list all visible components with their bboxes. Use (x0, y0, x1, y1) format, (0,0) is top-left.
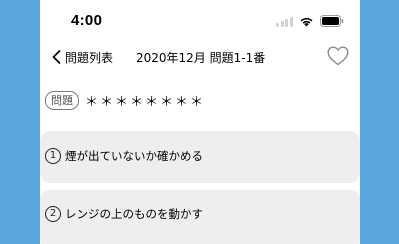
option-content: 2 レンジの上のものを動かす (45, 206, 203, 222)
favorite-button[interactable] (327, 46, 349, 66)
back-label: 問題列表 (65, 50, 114, 65)
option-text: 煙が出ていないか確かめる (65, 149, 203, 163)
status-time: 4:00 (71, 12, 103, 29)
option-content: 1 煙が出ていないか確かめる (45, 148, 203, 164)
option-number: 1 (45, 148, 61, 164)
app-screen: 4:00 問題列表 2020年12月 問題1-1番 問題 ＊＊＊＊＊＊＊＊ 1 … (40, 0, 360, 244)
question-badge: 問題 (45, 90, 79, 110)
status-bar: 4:00 (40, 0, 360, 40)
option-text: レンジの上のものを動かす (65, 207, 203, 221)
back-button[interactable]: 問題列表 (52, 48, 113, 66)
question-row: 問題 ＊＊＊＊＊＊＊＊ (45, 90, 205, 110)
wifi-icon (299, 16, 314, 27)
answer-option-1[interactable]: 1 煙が出ていないか確かめる (40, 131, 360, 183)
chevron-left-icon (52, 50, 61, 64)
battery-icon (319, 15, 344, 27)
navigation-bar: 問題列表 2020年12月 問題1-1番 (40, 40, 360, 74)
heart-outline-icon (327, 46, 349, 66)
question-text: ＊＊＊＊＊＊＊＊ (85, 94, 206, 110)
option-number: 2 (45, 206, 61, 222)
status-icons (276, 14, 344, 28)
cellular-signal-icon (276, 16, 293, 27)
page-title: 2020年12月 問題1-1番 (136, 51, 266, 65)
answer-option-2[interactable]: 2 レンジの上のものを動かす (40, 190, 360, 244)
